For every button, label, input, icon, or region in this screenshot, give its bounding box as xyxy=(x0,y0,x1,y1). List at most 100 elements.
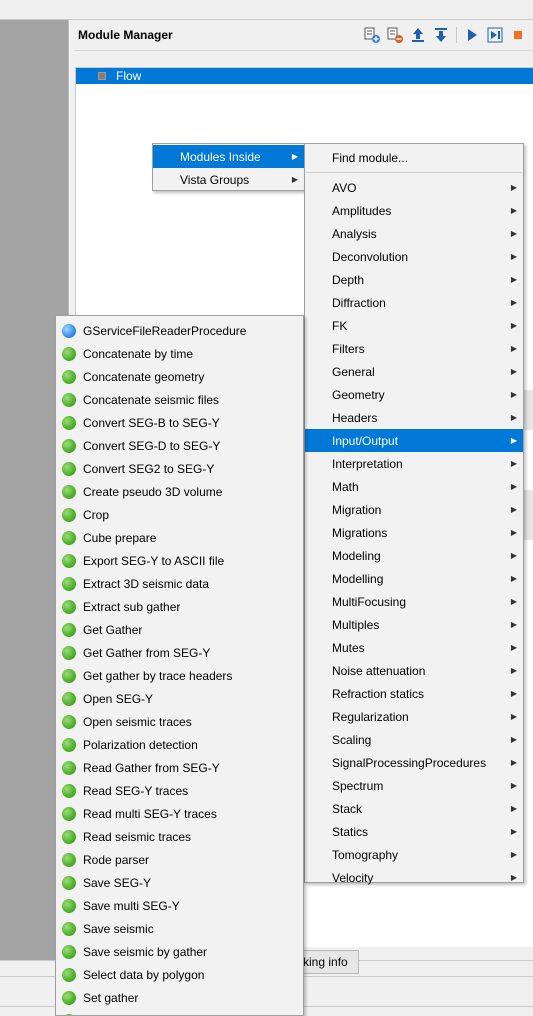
menu-item-category[interactable]: Velocity ▶ xyxy=(305,866,523,889)
green-module-icon xyxy=(62,415,76,430)
submenu-arrow-icon: ▶ xyxy=(510,712,517,721)
menu-item-category[interactable]: Statics ▶ xyxy=(305,820,523,843)
menu-item-category[interactable]: Migration ▶ xyxy=(305,498,523,521)
menu-item-module[interactable]: Extract sub gather xyxy=(56,595,303,618)
menu-item-category[interactable]: Diffraction ▶ xyxy=(305,291,523,314)
move-down-icon[interactable] xyxy=(432,26,450,44)
menu-item-module[interactable]: Select data by polygon xyxy=(56,963,303,986)
step-run-icon[interactable] xyxy=(486,26,504,44)
menu-item-module[interactable]: Concatenate by time xyxy=(56,342,303,365)
menu-item-module[interactable]: Get Gather xyxy=(56,618,303,641)
menu-item-category[interactable]: SignalProcessingProcedures ▶ xyxy=(305,751,523,774)
menu-item-module[interactable]: View SEG-Y xyxy=(56,1009,303,1015)
menu-item-label: Diffraction xyxy=(332,295,386,310)
submenu-arrow-icon: ▶ xyxy=(510,321,517,330)
menu-item-label: Crop xyxy=(83,507,110,522)
menu-item-label: Statics xyxy=(332,824,369,839)
menu-item-module[interactable]: Create pseudo 3D volume xyxy=(56,480,303,503)
menu-item-category[interactable]: Amplitudes ▶ xyxy=(305,199,523,222)
menu-item-category[interactable]: Scaling ▶ xyxy=(305,728,523,751)
menu-item-module[interactable]: Get gather by trace headers xyxy=(56,664,303,687)
menu-item-module[interactable]: Save seismic xyxy=(56,917,303,940)
green-module-icon xyxy=(62,507,76,522)
menu-item-category[interactable]: Refraction statics ▶ xyxy=(305,682,523,705)
menu-item-label: Select data by polygon xyxy=(83,967,205,982)
menu-item-module[interactable]: Polarization detection xyxy=(56,733,303,756)
menu-item-category[interactable]: Math ▶ xyxy=(305,475,523,498)
menu-item-module[interactable]: Convert SEG2 to SEG-Y xyxy=(56,457,303,480)
menu-item-module[interactable]: Rode parser xyxy=(56,848,303,871)
green-module-icon xyxy=(62,645,76,660)
menu-item-category[interactable]: Spectrum ▶ xyxy=(305,774,523,797)
menu-item-module[interactable]: Export SEG-Y to ASCII file xyxy=(56,549,303,572)
menu-item-category[interactable]: General ▶ xyxy=(305,360,523,383)
menu-item-category[interactable]: MultiFocusing ▶ xyxy=(305,590,523,613)
green-module-icon xyxy=(62,392,76,407)
menu-item-module[interactable]: Read Gather from SEG-Y xyxy=(56,756,303,779)
menu-item-category[interactable]: Depth ▶ xyxy=(305,268,523,291)
move-up-icon[interactable] xyxy=(409,26,427,44)
menu-item-category[interactable]: Modelling ▶ xyxy=(305,567,523,590)
menu-item-module[interactable]: Extract 3D seismic data xyxy=(56,572,303,595)
submenu-arrow-icon: ▶ xyxy=(510,597,517,606)
green-module-icon xyxy=(62,484,76,499)
add-module-icon[interactable] xyxy=(363,26,381,44)
menu-item-label: Spectrum xyxy=(332,778,384,793)
menu-item-category[interactable]: Regularization ▶ xyxy=(305,705,523,728)
menu-item-module[interactable]: Open SEG-Y xyxy=(56,687,303,710)
menu-item-category[interactable]: Tomography ▶ xyxy=(305,843,523,866)
menu-item-module[interactable]: Set gather xyxy=(56,986,303,1009)
menu-item-module[interactable]: Crop xyxy=(56,503,303,526)
menu-item-category[interactable]: Mutes ▶ xyxy=(305,636,523,659)
menu-item-module[interactable]: Get Gather from SEG-Y xyxy=(56,641,303,664)
menu-item-category[interactable]: Input/Output ▶ xyxy=(305,429,523,452)
stop-icon[interactable] xyxy=(509,26,527,44)
menu-item-category[interactable]: Analysis ▶ xyxy=(305,222,523,245)
menu-item-category[interactable]: Noise attenuation ▶ xyxy=(305,659,523,682)
menu-item-category[interactable]: Interpretation ▶ xyxy=(305,452,523,475)
category-list: AVO ▶ Amplitudes ▶ Analysis ▶ Deconvolution ▶ De… xyxy=(305,176,523,889)
menu-item-module[interactable]: Concatenate geometry xyxy=(56,365,303,388)
menu-item-category[interactable]: Geometry ▶ xyxy=(305,383,523,406)
menu-item-category[interactable]: Migrations ▶ xyxy=(305,521,523,544)
menu-item-label: Save multi SEG-Y xyxy=(83,898,180,913)
menu-item-category[interactable]: Modeling ▶ xyxy=(305,544,523,567)
menu-item-module[interactable]: Read SEG-Y traces xyxy=(56,779,303,802)
menu-item-module[interactable]: Save seismic by gather xyxy=(56,940,303,963)
menu-item-module[interactable]: Cube prepare xyxy=(56,526,303,549)
menu-item-module[interactable]: Save SEG-Y xyxy=(56,871,303,894)
flow-item[interactable]: Flow xyxy=(76,68,533,84)
menu-item-module[interactable]: Read multi SEG-Y traces xyxy=(56,802,303,825)
menu-item-module[interactable]: GServiceFileReaderProcedure xyxy=(56,319,303,342)
menu-item-category[interactable]: Stack ▶ xyxy=(305,797,523,820)
menu-item-label: Concatenate geometry xyxy=(83,369,205,384)
remove-module-icon[interactable] xyxy=(386,26,404,44)
menu-item-find-module[interactable]: Find module... xyxy=(305,146,523,169)
blue-module-icon xyxy=(62,323,76,338)
menu-item-category[interactable]: Multiples ▶ xyxy=(305,613,523,636)
menu-item-category[interactable]: Filters ▶ xyxy=(305,337,523,360)
menu-item-category[interactable]: AVO ▶ xyxy=(305,176,523,199)
menu-item-module[interactable]: Convert SEG-B to SEG-Y xyxy=(56,411,303,434)
run-icon[interactable] xyxy=(463,26,481,44)
menu-item-module[interactable]: Read seismic traces xyxy=(56,825,303,848)
submenu-arrow-icon: ▶ xyxy=(510,183,517,192)
tab-label: king info xyxy=(303,955,348,969)
green-module-icon xyxy=(62,806,76,821)
green-module-icon xyxy=(62,829,76,844)
menu-item-category[interactable]: Headers ▶ xyxy=(305,406,523,429)
menu-item-label: Get gather by trace headers xyxy=(83,668,233,683)
menu-item-modules-inside[interactable]: Modules Inside ▶ xyxy=(153,145,304,168)
menu-item-category[interactable]: Deconvolution ▶ xyxy=(305,245,523,268)
menu-item-label: FK xyxy=(332,318,348,333)
menu-item-module[interactable]: Save multi SEG-Y xyxy=(56,894,303,917)
menu-item-label: Vista Groups xyxy=(180,172,250,187)
menu-item-module[interactable]: Open seismic traces xyxy=(56,710,303,733)
menu-item-category[interactable]: FK ▶ xyxy=(305,314,523,337)
input-output-modules-menu: GServiceFileReaderProcedure Concatenate b… xyxy=(55,315,304,1016)
menu-item-label: Get Gather xyxy=(83,622,143,637)
menu-item-module[interactable]: Concatenate seismic files xyxy=(56,388,303,411)
menu-item-vista-groups[interactable]: Vista Groups ▶ xyxy=(153,168,304,191)
submenu-arrow-icon: ▶ xyxy=(510,229,517,238)
menu-item-module[interactable]: Convert SEG-D to SEG-Y xyxy=(56,434,303,457)
